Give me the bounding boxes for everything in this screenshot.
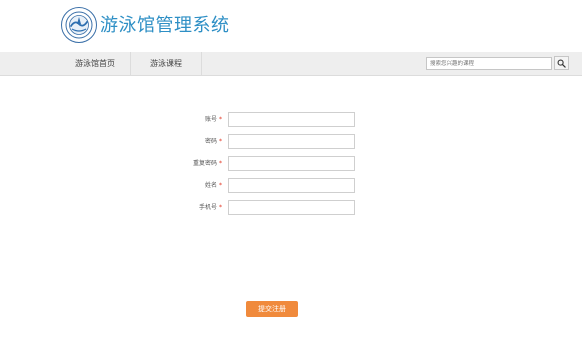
confirm-password-input[interactable] bbox=[228, 156, 355, 171]
name-label-text: 姓名 bbox=[204, 182, 217, 189]
submit-register-button[interactable]: 提交注册 bbox=[246, 301, 298, 317]
password-label: 密码 * bbox=[205, 134, 222, 149]
search-icon bbox=[557, 59, 566, 68]
nav-item-courses[interactable]: 游泳课程 bbox=[131, 52, 202, 75]
search-button[interactable] bbox=[554, 56, 569, 70]
account-input[interactable] bbox=[228, 112, 355, 127]
name-input[interactable] bbox=[228, 178, 355, 193]
form-row-account: 账号 * bbox=[0, 112, 582, 127]
phone-label-text: 手机号 bbox=[198, 204, 217, 211]
app-title: 游泳馆管理系统 bbox=[100, 15, 230, 36]
required-mark: * bbox=[219, 138, 222, 145]
confirm-password-label: 重复密码 * bbox=[193, 156, 222, 171]
form-row-phone: 手机号 * bbox=[0, 200, 582, 215]
password-label-text: 密码 bbox=[204, 138, 217, 145]
account-label-text: 账号 bbox=[204, 116, 217, 123]
name-label: 姓名 * bbox=[205, 178, 222, 193]
form-row-name: 姓名 * bbox=[0, 178, 582, 193]
required-mark: * bbox=[219, 204, 222, 211]
required-mark: * bbox=[219, 160, 222, 167]
swimming-logo-icon bbox=[61, 7, 97, 43]
phone-label: 手机号 * bbox=[199, 200, 222, 215]
form-row-confirm-password: 重复密码 * bbox=[0, 156, 582, 171]
password-input[interactable] bbox=[228, 134, 355, 149]
account-label: 账号 * bbox=[205, 112, 222, 127]
nav-item-home[interactable]: 游泳馆首页 bbox=[60, 52, 130, 75]
required-mark: * bbox=[219, 116, 222, 123]
page: 游泳馆管理系统 游泳馆首页 游泳课程 账号* 密码* 重复密码* 姓名* bbox=[0, 0, 582, 340]
form-row-password: 密码 * bbox=[0, 134, 582, 149]
header: 游泳馆管理系统 bbox=[0, 0, 582, 52]
confirm-password-label-text: 重复密码 bbox=[192, 160, 217, 167]
search-input[interactable] bbox=[426, 57, 552, 70]
phone-input[interactable] bbox=[228, 200, 355, 215]
required-mark: * bbox=[219, 182, 222, 189]
